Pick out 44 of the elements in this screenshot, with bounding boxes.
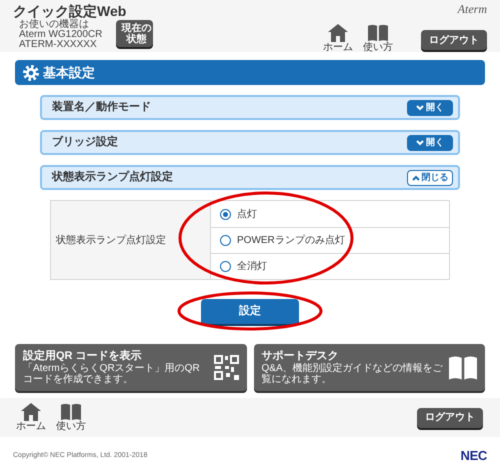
- qr-code-icon: [214, 355, 238, 380]
- logout-button[interactable]: ログアウト: [417, 408, 483, 428]
- home-icon: [21, 403, 41, 421]
- nav-link[interactable]: ホーム: [16, 403, 46, 432]
- device-info-text: お使いの機器は: [19, 20, 90, 30]
- device-info-text: ATERM-XXXXXX: [19, 40, 98, 50]
- panel-title: 装置名／動作モード: [52, 100, 151, 116]
- toggle-button[interactable]: 開く: [407, 100, 453, 116]
- gear-icon: [23, 64, 39, 80]
- link-card[interactable]: 設定用QR コードを表示 「AtermらくらくQRスタート」用のQRコードを作成できます。: [15, 344, 246, 391]
- logout-button[interactable]: ログアウト: [421, 30, 487, 50]
- form-label: 状態表示ランプ点灯設定: [51, 201, 211, 279]
- book-icon: [368, 24, 388, 42]
- radio-option[interactable]: 全消灯: [211, 253, 449, 279]
- toggle-button[interactable]: 閉じる: [407, 170, 453, 186]
- radio-button[interactable]: [220, 208, 231, 220]
- link-card[interactable]: サポートデスク Q&A、機能別設定ガイドなどの情報をご覧になれます。: [254, 344, 485, 391]
- book-icon: [61, 403, 81, 421]
- panel-title: 状態表示ランプ点灯設定: [52, 170, 173, 186]
- company-logo: NEC: [460, 447, 487, 463]
- app-title: クイック設定Web: [13, 3, 128, 19]
- submit-button[interactable]: 設定: [201, 299, 299, 324]
- card-description: 「AtermらくらくQRスタート」用のQRコードを作成できます。: [23, 363, 201, 385]
- device-info-text: Aterm WG1200CR: [19, 30, 102, 40]
- nav-link[interactable]: ホーム: [323, 24, 353, 53]
- card-description: Q&A、機能別設定ガイドなどの情報をご覧になれます。: [262, 363, 444, 385]
- chevron-down-icon: [416, 140, 424, 146]
- section-title: 基本設定: [43, 64, 95, 82]
- toggle-button[interactable]: 開く: [407, 134, 453, 150]
- chevron-up-icon: [412, 174, 420, 180]
- home-icon: [328, 24, 348, 42]
- radio-button[interactable]: [220, 261, 231, 272]
- radio-button[interactable]: [220, 235, 231, 246]
- panel-title: ブリッジ設定: [52, 134, 118, 150]
- nav-link[interactable]: 使い方: [363, 24, 393, 53]
- book-icon: [449, 356, 477, 380]
- card-title: 設定用QR コードを表示: [23, 350, 143, 362]
- nav-link[interactable]: 使い方: [56, 403, 86, 432]
- brand-logo: Aterm: [458, 3, 487, 16]
- radio-option[interactable]: POWERランプのみ点灯: [211, 227, 449, 253]
- status-button[interactable]: 現在の 状態: [116, 20, 154, 47]
- chevron-down-icon: [416, 104, 424, 110]
- card-title: サポートデスク: [262, 350, 340, 362]
- radio-option[interactable]: 点灯: [211, 201, 449, 227]
